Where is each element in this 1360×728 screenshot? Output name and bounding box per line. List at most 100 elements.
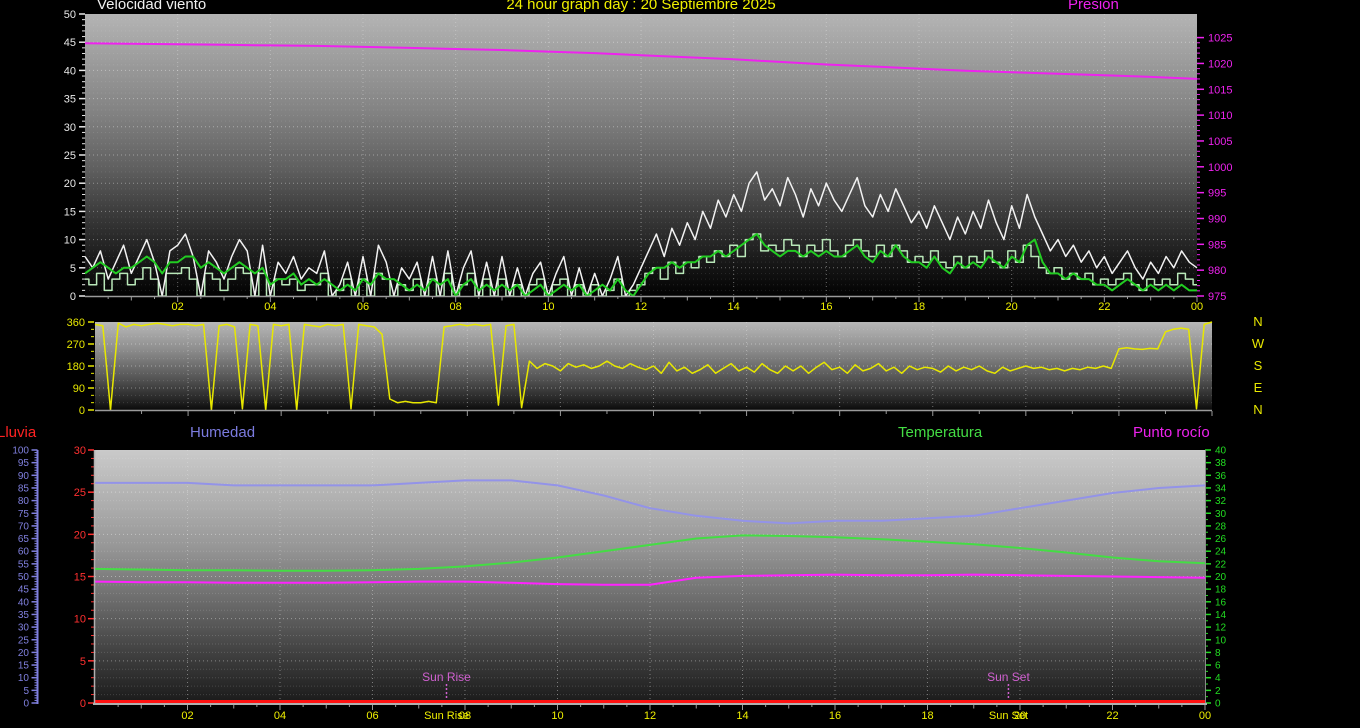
humidity-axis-label: 95 — [18, 458, 30, 469]
sunrise-annotation: Sun Rise — [422, 670, 471, 684]
rain-axis-label: 25 — [74, 487, 86, 499]
humidity-axis-label: 30 — [18, 623, 30, 634]
hour-label: 10 — [551, 710, 563, 722]
wind-axis-label: 20 — [64, 178, 76, 190]
rain-title: Lluvia — [0, 424, 37, 441]
hour-label: 00 — [1199, 710, 1211, 722]
temp-axis-label: 20 — [1215, 572, 1227, 583]
pressure-axis-label: 990 — [1208, 213, 1226, 225]
humidity-axis-label: 10 — [18, 673, 30, 684]
temp-axis-label: 14 — [1215, 610, 1227, 621]
sunset-annotation: Sun Set — [987, 670, 1030, 684]
rain-axis-label: 0 — [80, 698, 86, 710]
wind-axis-label: 10 — [64, 235, 76, 247]
humidity-axis-label: 40 — [18, 597, 30, 608]
humidity-axis-label: 55 — [18, 559, 30, 570]
pressure-axis-label: 1000 — [1208, 162, 1232, 174]
pressure-axis-label: 985 — [1208, 239, 1226, 251]
hour-label: 22 — [1106, 710, 1118, 722]
hour-label: 10 — [542, 301, 554, 313]
hour-label: 04 — [264, 301, 276, 313]
wind-axis-label: 15 — [64, 206, 76, 218]
temp-axis-label: 34 — [1215, 483, 1227, 494]
humidity-axis-label: 25 — [18, 635, 30, 646]
temp-axis-label: 8 — [1215, 648, 1221, 659]
humidity-title: Humedad — [190, 424, 256, 441]
pressure-axis-label: 1025 — [1208, 33, 1232, 45]
wind-axis-label: 25 — [64, 150, 76, 162]
humidity-axis-label: 45 — [18, 585, 30, 596]
dewpoint-title: Punto rocío — [1133, 424, 1210, 441]
compass-letter: S — [1254, 358, 1263, 373]
direction-axis-label: 0 — [79, 405, 85, 417]
hour-label: 06 — [366, 710, 378, 722]
hour-label: 18 — [913, 301, 925, 313]
temperature-title: Temperatura — [898, 424, 983, 441]
compass-letter: N — [1253, 314, 1262, 329]
pressure-axis-label: 1005 — [1208, 136, 1232, 148]
humidity-axis-label: 35 — [18, 610, 30, 621]
hour-label: 02 — [172, 301, 184, 313]
temp-axis-label: 12 — [1215, 623, 1227, 634]
temp-axis-label: 38 — [1215, 458, 1227, 469]
humidity-axis-label: 5 — [23, 686, 29, 697]
wind-axis-label: 40 — [64, 65, 76, 77]
hour-label: 02 — [181, 710, 193, 722]
sunrise-axis-label: Sun Rise — [424, 710, 469, 722]
wind-axis-label: 45 — [64, 37, 76, 49]
compass-letter: N — [1253, 402, 1262, 417]
hour-label: 18 — [921, 710, 933, 722]
humidity-axis-label: 90 — [18, 471, 30, 482]
temp-axis-label: 10 — [1215, 635, 1227, 646]
wind-axis-label: 35 — [64, 94, 76, 106]
hour-label: 20 — [1006, 301, 1018, 313]
rain-axis-label: 10 — [74, 614, 86, 626]
humidity-axis-label: 60 — [18, 547, 30, 558]
pressure-axis-label: 1010 — [1208, 110, 1232, 122]
hour-label: 22 — [1098, 301, 1110, 313]
humidity-axis-label: 20 — [18, 648, 30, 659]
sunset-axis-label: Sun Set — [989, 710, 1028, 722]
rain-axis-label: 5 — [80, 656, 86, 668]
pressure-axis-label: 980 — [1208, 265, 1226, 277]
humidity-axis-label: 15 — [18, 661, 30, 672]
temp-axis-label: 22 — [1215, 559, 1227, 570]
hour-label: 14 — [736, 710, 748, 722]
rain-axis-label: 20 — [74, 529, 86, 541]
humidity-axis-label: 70 — [18, 521, 30, 532]
hour-label: 06 — [357, 301, 369, 313]
wind-axis-label: 5 — [70, 263, 76, 275]
pressure-title: Presión — [1068, 0, 1119, 13]
hour-label: 08 — [450, 301, 462, 313]
wind-axis-label: 30 — [64, 122, 76, 134]
hour-label: 00 — [1191, 301, 1203, 313]
pressure-axis-label: 995 — [1208, 188, 1226, 200]
humidity-axis-label: 0 — [23, 699, 29, 710]
temperature-line — [94, 534, 1206, 572]
pressure-axis-label: 1015 — [1208, 84, 1232, 96]
weather-graph-window: 50 45 40 35 30 25 20 15 10 5 0 1025 1020 1015 1010 1005… — [0, 0, 1360, 728]
temp-axis-label: 28 — [1215, 521, 1227, 532]
direction-line — [94, 321, 1213, 411]
temp-axis-label: 26 — [1215, 534, 1227, 545]
humidity-axis-label: 80 — [18, 496, 30, 507]
pressure-axis-label: 975 — [1208, 291, 1226, 303]
temp-axis-label: 0 — [1215, 699, 1221, 710]
hour-label: 14 — [728, 301, 740, 313]
direction-axis-label: 90 — [73, 383, 85, 395]
temp-axis-label: 24 — [1215, 547, 1227, 558]
dewpoint-line — [94, 573, 1206, 586]
humidity-axis-label: 85 — [18, 483, 30, 494]
humidity-axis-label: 75 — [18, 509, 30, 520]
temp-axis-label: 16 — [1215, 597, 1227, 608]
humidity-axis-label: 50 — [18, 572, 30, 583]
pressure-axis-label: 1020 — [1208, 58, 1232, 70]
hour-label: 12 — [644, 710, 656, 722]
humidity-axis-label: 100 — [12, 446, 29, 457]
temp-axis-label: 4 — [1215, 673, 1221, 684]
hour-label: 12 — [635, 301, 647, 313]
compass-letter: E — [1254, 380, 1263, 395]
temp-axis-label: 2 — [1215, 686, 1221, 697]
hour-label: 16 — [829, 710, 841, 722]
rain-axis-label: 15 — [74, 572, 86, 584]
